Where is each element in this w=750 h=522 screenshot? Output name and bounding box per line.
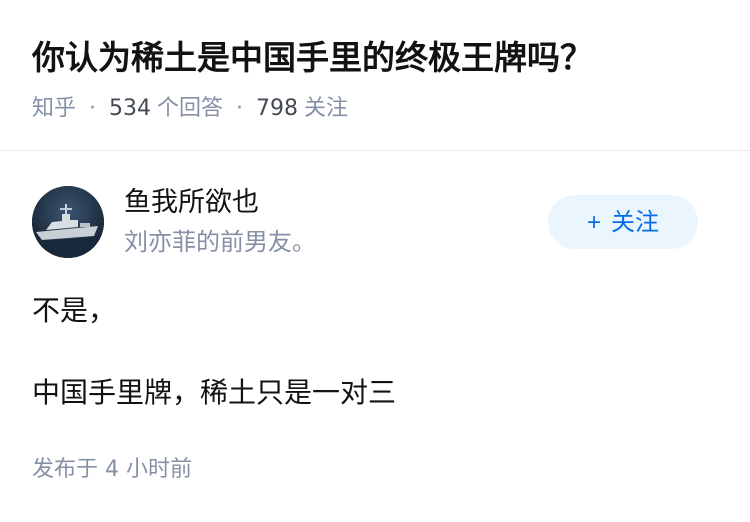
answer-count[interactable]: 534 个回答 (109, 96, 223, 121)
answer-count-value: 534 (109, 96, 152, 121)
author-bio: 刘亦菲的前男友。 (124, 228, 316, 256)
answer-paragraph: 不是， (32, 294, 117, 327)
answer-card: 鱼我所欲也 刘亦菲的前男友。 + 关注 不是， 中国手里牌，稀土只是一对三 发布于… (0, 152, 750, 522)
plus-icon: + (586, 209, 601, 236)
answer-content[interactable]: 不是， 中国手里牌，稀土只是一对三 (32, 292, 722, 412)
answer-paragraph: 中国手里牌，稀土只是一对三 (32, 376, 397, 409)
follow-button-label: 关注 (611, 209, 659, 236)
question-title[interactable]: 你认为稀土是中国手里的终极王牌吗？ (32, 36, 593, 80)
answer-count-label: 个回答 (157, 96, 224, 121)
follow-button[interactable]: + 关注 (548, 195, 698, 249)
follow-count-label: 关注 (304, 96, 349, 121)
meta-separator: · (236, 96, 244, 121)
avatar[interactable] (32, 186, 104, 258)
warship-avatar-icon (32, 186, 104, 258)
author-name[interactable]: 鱼我所欲也 (124, 185, 259, 221)
meta-separator: · (89, 96, 97, 121)
follow-count[interactable]: 798 关注 (256, 96, 348, 121)
publish-time: 发布于 4 小时前 (32, 457, 192, 482)
question-header: 你认为稀土是中国手里的终极王牌吗？ 知乎 · 534 个回答 · 798 关注 (0, 0, 750, 151)
follow-count-value: 798 (256, 96, 299, 121)
question-meta: 知乎 · 534 个回答 · 798 关注 (32, 94, 348, 124)
question-source[interactable]: 知乎 (32, 96, 76, 121)
